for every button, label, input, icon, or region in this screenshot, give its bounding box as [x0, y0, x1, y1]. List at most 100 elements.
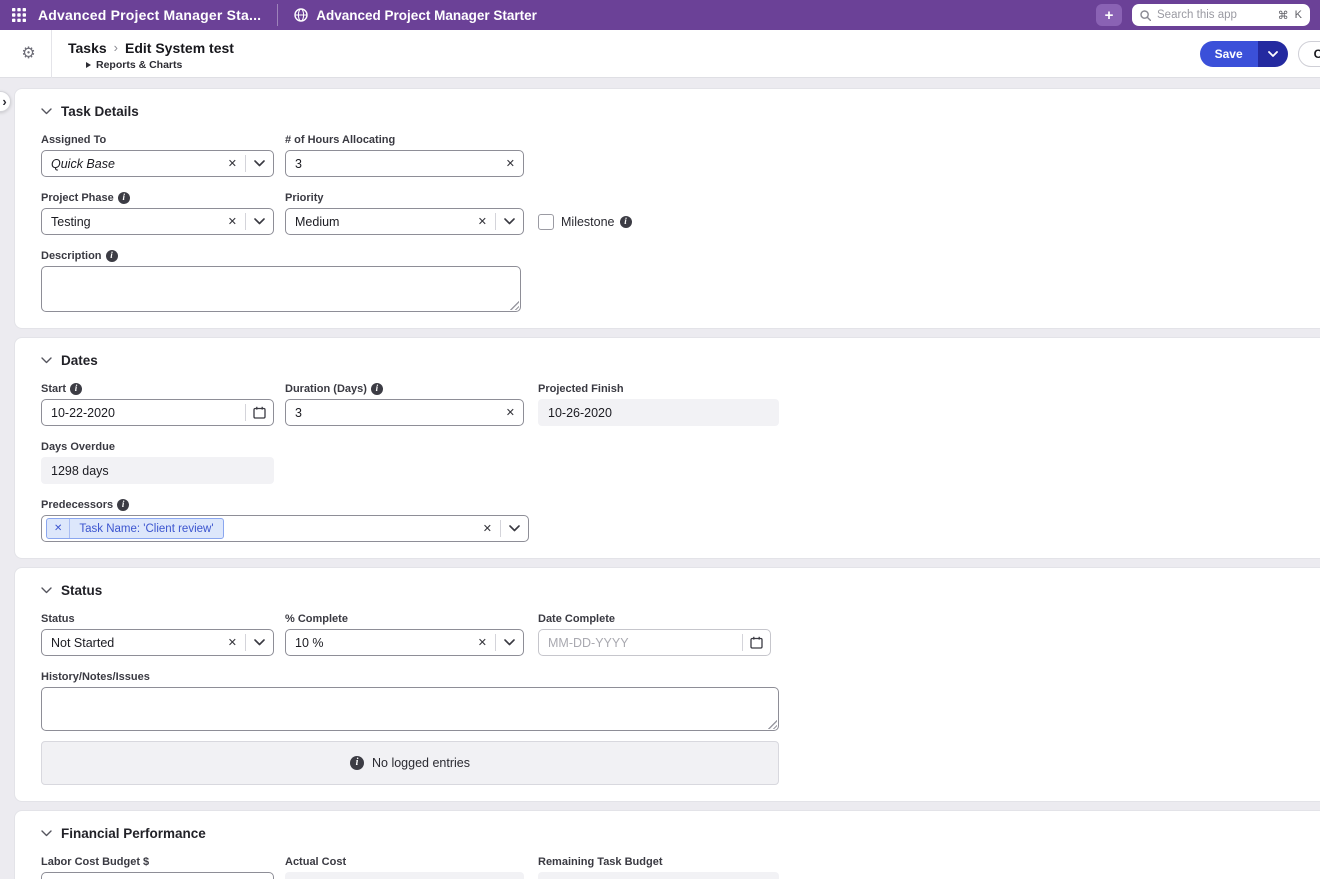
status-combobox[interactable]: Not Started ✕: [41, 629, 274, 656]
info-icon[interactable]: [117, 191, 130, 204]
chevron-down-icon: [504, 218, 515, 225]
info-icon[interactable]: [370, 382, 383, 395]
info-icon[interactable]: [105, 249, 118, 262]
section-dates: Dates Start 10-22-2020 Duration (Days) 3…: [14, 337, 1320, 559]
dropdown-button[interactable]: [496, 639, 523, 646]
breadcrumb-separator: ›: [113, 40, 119, 55]
page-header: ⚙ Tasks › Edit System test Reports & Cha…: [0, 29, 1320, 112]
description-label: Description: [41, 249, 521, 262]
history-notes-textarea[interactable]: [41, 687, 779, 731]
no-logged-entries-box: No logged entries: [41, 741, 779, 785]
chevron-down-icon: [254, 218, 265, 225]
chevron-down-icon: [509, 525, 520, 532]
info-icon[interactable]: [117, 498, 130, 511]
hours-allocating-label: # of Hours Allocating: [285, 133, 396, 146]
settings-gear-icon[interactable]: ⚙: [20, 45, 37, 62]
priority-combobox[interactable]: Medium ✕: [285, 208, 524, 235]
chevron-down-icon: [41, 107, 52, 114]
actual-cost-label: Actual Cost: [285, 855, 347, 868]
info-icon[interactable]: [619, 215, 632, 228]
duration-label: Duration (Days): [285, 382, 524, 395]
dropdown-button[interactable]: [501, 525, 528, 532]
history-notes-label: History/Notes/Issues: [41, 670, 150, 683]
section-status-header[interactable]: Status: [41, 580, 1303, 600]
projected-finish-label: Projected Finish: [538, 382, 624, 395]
resize-grip-icon[interactable]: [509, 300, 519, 310]
app-title[interactable]: Advanced Project Manager Starter: [316, 8, 537, 23]
actual-cost-value: [285, 872, 524, 879]
chevron-down-icon: [41, 356, 52, 363]
page-title: Edit System test: [125, 39, 234, 56]
clear-icon[interactable]: ✕: [498, 406, 523, 419]
info-icon: [350, 756, 364, 770]
calendar-icon[interactable]: [743, 636, 770, 649]
assigned-to-label: Assigned To: [41, 133, 107, 146]
no-logged-entries-text: No logged entries: [372, 756, 470, 770]
shortcut-cmd-key: ⌘: [1277, 9, 1289, 22]
header-divider: [51, 29, 52, 78]
status-label: Status: [41, 612, 75, 625]
predecessors-label: Predecessors: [41, 498, 529, 511]
info-icon[interactable]: [70, 382, 83, 395]
search-placeholder: Search this app: [1157, 9, 1237, 21]
project-phase-combobox[interactable]: Testing ✕: [41, 208, 274, 235]
workspace-title[interactable]: Advanced Project Manager Sta...: [38, 7, 261, 23]
clear-icon[interactable]: ✕: [470, 636, 495, 649]
add-record-button[interactable]: +: [1096, 4, 1122, 26]
chip-remove-icon[interactable]: ✕: [47, 523, 69, 534]
percent-complete-combobox[interactable]: 10 % ✕: [285, 629, 524, 656]
clear-icon[interactable]: ✕: [470, 215, 495, 228]
app-icon: [294, 8, 308, 22]
predecessors-combobox[interactable]: ✕ Task Name: 'Client review' ✕: [41, 515, 529, 542]
app-switcher-grid-icon[interactable]: [12, 8, 26, 22]
dropdown-button[interactable]: [246, 218, 273, 225]
section-status: Status Status Not Started ✕ % Complete 1…: [14, 567, 1320, 802]
reports-charts-toggle[interactable]: Reports & Charts: [86, 59, 234, 71]
days-overdue-label: Days Overdue: [41, 440, 115, 453]
search-input[interactable]: Search this app ⌘ K: [1132, 4, 1310, 26]
priority-label: Priority: [285, 191, 324, 204]
section-task-details-header[interactable]: Task Details: [41, 101, 1303, 121]
hours-allocating-input[interactable]: 3 ✕: [285, 150, 524, 177]
section-financial-performance: Financial Performance Labor Cost Budget …: [14, 810, 1320, 879]
section-financial-header[interactable]: Financial Performance: [41, 823, 1303, 843]
clear-icon[interactable]: ✕: [220, 636, 245, 649]
dropdown-button[interactable]: [246, 639, 273, 646]
form-body: Task Details Assigned To Quick Base ✕ # …: [0, 78, 1320, 879]
labor-cost-budget-label: Labor Cost Budget $: [41, 855, 150, 868]
start-label: Start: [41, 382, 274, 395]
date-complete-label: Date Complete: [538, 612, 616, 625]
resize-grip-icon[interactable]: [767, 719, 777, 729]
clear-icon[interactable]: ✕: [498, 157, 523, 170]
dropdown-button[interactable]: [496, 218, 523, 225]
assigned-to-combobox[interactable]: Quick Base ✕: [41, 150, 274, 177]
milestone-checkbox[interactable]: [538, 213, 554, 230]
chevron-down-icon: [41, 586, 52, 593]
milestone-label: Milestone: [561, 215, 632, 229]
duration-input[interactable]: 3 ✕: [285, 399, 524, 426]
search-icon: [1140, 9, 1151, 21]
top-app-bar: Advanced Project Manager Sta... Advanced…: [0, 0, 1320, 30]
section-dates-header[interactable]: Dates: [41, 350, 1303, 370]
dropdown-button[interactable]: [246, 160, 273, 167]
chevron-down-icon: [254, 639, 265, 646]
save-dropdown-button[interactable]: [1257, 41, 1288, 67]
chevron-down-icon: [504, 639, 515, 646]
clear-icon[interactable]: ✕: [220, 215, 245, 228]
days-overdue-value: 1298 days: [41, 457, 274, 484]
breadcrumb-tasks-link[interactable]: Tasks: [68, 40, 107, 56]
breadcrumb: Tasks › Edit System test Reports & Chart…: [68, 37, 234, 71]
clear-icon[interactable]: ✕: [220, 157, 245, 170]
description-textarea[interactable]: [41, 266, 521, 312]
save-button[interactable]: Save: [1199, 41, 1258, 67]
date-complete-input[interactable]: MM-DD-YYYY: [538, 629, 771, 656]
topbar-divider: [277, 4, 279, 26]
clear-icon[interactable]: ✕: [475, 522, 500, 535]
chevron-down-icon: [41, 829, 52, 836]
labor-cost-budget-input[interactable]: $ 500.00 ✕: [41, 872, 274, 879]
percent-complete-label: % Complete: [285, 612, 348, 625]
calendar-icon[interactable]: [246, 406, 273, 419]
start-date-input[interactable]: 10-22-2020: [41, 399, 274, 426]
cancel-button[interactable]: Cancel: [1297, 41, 1320, 67]
projected-finish-value: 10-26-2020: [538, 399, 779, 426]
